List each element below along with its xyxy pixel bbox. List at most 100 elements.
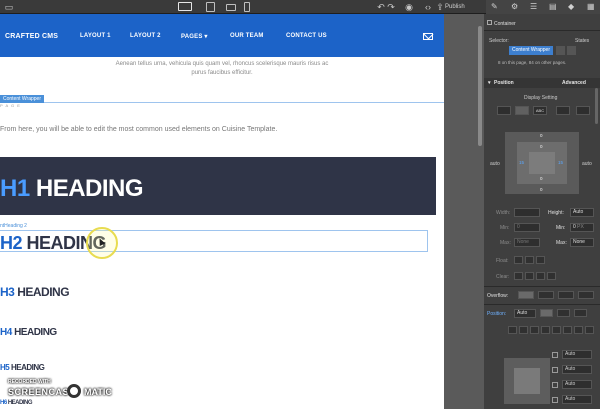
padding-top-value[interactable]: 0 <box>540 144 543 149</box>
intro-text: From here, you will be able to edit the … <box>0 126 278 133</box>
cms-icon[interactable]: ◆ <box>568 2 574 12</box>
clear-right-icon[interactable] <box>536 272 545 280</box>
heading-6[interactable]: H6 HEADING <box>0 400 33 406</box>
align-bottom-icon[interactable] <box>574 326 583 334</box>
pages-icon[interactable]: ▤ <box>549 2 557 12</box>
min-width-input[interactable]: 0 <box>514 223 540 232</box>
advanced-toggle[interactable]: Advanced <box>562 80 586 86</box>
align-bottom-right-icon[interactable] <box>585 326 594 334</box>
float-label: Float: <box>496 258 509 264</box>
tablet-view-icon[interactable] <box>206 2 215 12</box>
padding-bottom-value[interactable]: 0 <box>540 176 543 181</box>
share-icon[interactable]: ⇪ <box>436 2 444 12</box>
float-left-icon[interactable] <box>525 256 534 264</box>
selector-settings-icon[interactable] <box>567 46 576 55</box>
position-offset-core <box>514 368 540 394</box>
float-none-icon[interactable] <box>514 256 523 264</box>
canvas-scrollbar[interactable] <box>478 26 482 146</box>
position-absolute-icon[interactable] <box>557 309 570 317</box>
phone-view-icon[interactable] <box>244 2 250 12</box>
nav-link-layout-1[interactable]: LAYOUT 1 <box>80 33 111 39</box>
desktop-view-icon[interactable] <box>178 2 192 11</box>
nav-link-our-team[interactable]: OUR TEAM <box>230 33 264 39</box>
position-fixed-icon[interactable] <box>574 309 587 317</box>
nav-link-pages[interactable]: PAGES ▾ <box>181 33 208 40</box>
display-none-button[interactable] <box>576 106 590 115</box>
edit-selector-icon[interactable] <box>556 46 565 55</box>
display-inline-button[interactable]: ABC <box>533 106 547 115</box>
designer-canvas[interactable]: CRAFTED CMS LAYOUT 1 LAYOUT 2 PAGES ▾ OU… <box>0 14 484 409</box>
width-input[interactable] <box>514 208 540 217</box>
offset-right-input[interactable]: Auto <box>562 365 592 374</box>
style-brush-icon[interactable]: ✎ <box>491 2 498 12</box>
clear-both-icon[interactable] <box>547 272 556 280</box>
float-right-icon[interactable] <box>536 256 545 264</box>
align-left-icon[interactable] <box>541 326 550 334</box>
phone-landscape-view-icon[interactable] <box>226 4 236 11</box>
align-top-right-icon[interactable] <box>530 326 539 334</box>
offset-top-input[interactable]: Auto <box>562 350 592 359</box>
align-top-left-icon[interactable] <box>508 326 517 334</box>
position-auto-button[interactable]: Auto <box>514 309 536 318</box>
heading-4-tag: H4 <box>0 327 12 338</box>
overflow-visible-icon[interactable] <box>518 291 534 299</box>
min-height-unit: PX <box>577 224 584 230</box>
margin-top-value[interactable]: 0 <box>540 133 543 138</box>
offset-bottom-input[interactable]: Auto <box>562 380 592 389</box>
navigator-icon[interactable]: ☰ <box>530 2 537 12</box>
page-preview[interactable]: CRAFTED CMS LAYOUT 1 LAYOUT 2 PAGES ▾ OU… <box>0 14 446 409</box>
offset-left-input[interactable]: Auto <box>562 395 592 404</box>
redo-icon[interactable]: ↷ <box>387 2 395 12</box>
overflow-scroll-icon[interactable] <box>558 291 574 299</box>
nav-link-contact-us[interactable]: CONTACT US <box>286 33 327 39</box>
margin-left-value[interactable]: auto <box>490 161 500 167</box>
states-dropdown[interactable]: States <box>575 38 589 44</box>
height-input[interactable]: Auto <box>570 208 594 217</box>
settings-gear-icon[interactable]: ⚙ <box>511 2 518 12</box>
clear-left-icon[interactable] <box>525 272 534 280</box>
max-width-input[interactable]: None <box>514 238 540 247</box>
content-wrapper-label[interactable]: Content Wrapper <box>0 95 44 103</box>
site-navbar[interactable]: CRAFTED CMS LAYOUT 1 LAYOUT 2 PAGES ▾ OU… <box>0 14 444 57</box>
position-offset-editor[interactable] <box>504 358 550 404</box>
heading-1-tag: H1 <box>0 175 30 202</box>
panel-scrollbar[interactable] <box>595 88 598 124</box>
offset-right-icon <box>552 367 558 373</box>
padding-right-value[interactable]: 15 <box>558 160 563 165</box>
align-right-icon[interactable] <box>552 326 561 334</box>
content-wrapper-outline[interactable] <box>0 102 446 409</box>
margin-right-value[interactable]: auto <box>582 161 592 167</box>
assets-icon[interactable]: ▦ <box>587 2 595 12</box>
heading-5[interactable]: H5 HEADING <box>0 363 45 372</box>
overflow-auto-icon[interactable] <box>578 291 594 299</box>
site-brand[interactable]: CRAFTED CMS <box>5 33 58 40</box>
margin-bottom-value[interactable]: 0 <box>540 187 543 192</box>
selector-chip[interactable]: Content Wrapper <box>509 46 553 55</box>
divider <box>484 304 600 305</box>
heading-3[interactable]: H3 HEADING <box>0 285 70 299</box>
panel-toggle-icon[interactable]: ▭ <box>4 2 14 12</box>
preview-icon[interactable]: ◉ <box>405 2 413 12</box>
heading-4[interactable]: H4 HEADING <box>0 327 57 338</box>
code-icon[interactable]: ‹› <box>423 2 433 12</box>
display-block-button[interactable] <box>497 106 511 115</box>
undo-icon[interactable]: ↶ <box>377 2 385 12</box>
max-height-input[interactable]: None <box>570 238 594 247</box>
align-bottom-left-icon[interactable] <box>563 326 572 334</box>
align-top-icon[interactable] <box>519 326 528 334</box>
publish-button[interactable]: Publish <box>445 1 481 13</box>
box-model-editor[interactable]: 0 0 15 15 0 0 <box>505 132 579 194</box>
display-inline-block-button[interactable] <box>515 106 529 115</box>
mail-icon[interactable] <box>423 33 433 40</box>
position-section-header[interactable]: ▾ Position Advanced <box>484 78 600 88</box>
clear-none-icon[interactable] <box>514 272 523 280</box>
padding-left-value[interactable]: 15 <box>519 160 524 165</box>
heading-1[interactable]: H1 HEADING <box>0 175 144 203</box>
divider <box>484 286 600 287</box>
display-flex-button[interactable] <box>556 106 570 115</box>
min-height-input[interactable]: 0 PX <box>570 223 594 232</box>
nav-link-layout-2[interactable]: LAYOUT 2 <box>130 33 161 39</box>
position-relative-icon[interactable] <box>540 309 553 317</box>
overflow-hidden-icon[interactable] <box>538 291 554 299</box>
width-label: Width: <box>496 210 511 216</box>
